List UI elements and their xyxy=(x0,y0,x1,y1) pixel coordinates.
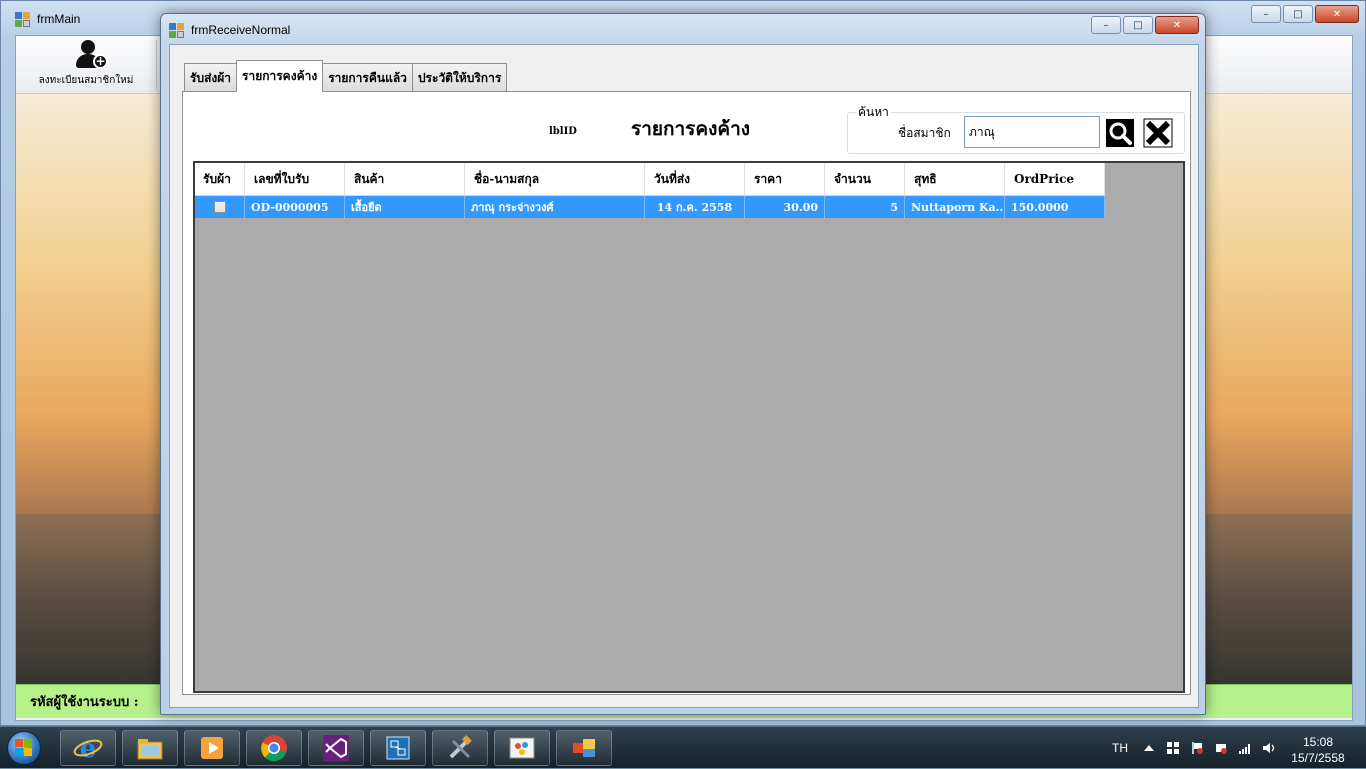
svg-text:e: e xyxy=(80,734,97,763)
clock-time: 15:08 xyxy=(1302,735,1334,749)
col-header-receive[interactable]: รับผ้า xyxy=(195,163,245,196)
main-maximize-button[interactable]: □ xyxy=(1283,5,1313,23)
volume-icon[interactable] xyxy=(1262,741,1276,755)
main-window-title: frmMain xyxy=(37,12,81,26)
taskbar-chrome[interactable] xyxy=(246,730,302,766)
dialog-maximize-button[interactable]: □ xyxy=(1123,16,1153,34)
page-title: รายการคงค้าง xyxy=(631,118,751,140)
tab-strip: รับส่งผ้า รายการคงค้าง รายการคืนแล้ว ประ… xyxy=(184,60,508,92)
tools-icon xyxy=(449,735,472,759)
tab-outstanding[interactable]: รายการคงค้าง xyxy=(236,60,324,92)
taskbar-network-diagram[interactable] xyxy=(370,730,426,766)
row-receive-cell xyxy=(195,196,245,218)
lbl-id: lblID xyxy=(549,126,577,137)
row-full-name: ภาณุ กระจ่างวงศ์ xyxy=(465,196,645,218)
tab-service-history[interactable]: ประวัติให้บริการ xyxy=(411,63,508,92)
chrome-icon xyxy=(261,735,287,762)
taskbar-file-explorer[interactable] xyxy=(122,730,178,766)
search-button[interactable] xyxy=(1105,118,1135,148)
taskbar-paint[interactable] xyxy=(494,730,550,766)
paint-icon xyxy=(509,737,535,759)
dialog-close-button[interactable]: ✕ xyxy=(1155,16,1199,34)
col-header-send-date[interactable]: วันที่ส่ง xyxy=(645,163,745,196)
outstanding-tab-panel: lblID รายการคงค้าง ค้นหา ชื่อสมาชิก ภาณุ xyxy=(182,91,1191,695)
add-user-icon: + xyxy=(76,40,110,74)
network-warning-icon[interactable] xyxy=(1214,741,1228,755)
windows-logo-icon xyxy=(15,739,33,757)
member-name-label: ชื่อสมาชิก xyxy=(898,126,951,140)
start-button[interactable] xyxy=(4,729,44,767)
register-member-label: ลงทะเบียนสมาชิกใหม่ xyxy=(38,75,134,86)
signal-strength-icon[interactable] xyxy=(1238,741,1252,755)
system-tray: TH xyxy=(1112,727,1286,769)
taskbar-tools[interactable] xyxy=(432,730,488,766)
col-header-net[interactable]: สุทธิ xyxy=(905,163,1005,196)
col-header-ord-price[interactable]: OrdPrice xyxy=(1005,163,1105,196)
outstanding-orders-grid[interactable]: รับผ้า เลขที่ใบรับ สินค้า ชื่อ-นามสกุล ว… xyxy=(193,161,1185,693)
windows-flag-icon[interactable] xyxy=(1166,741,1180,755)
row-ord-price: 150.0000 xyxy=(1005,196,1105,218)
col-header-full-name[interactable]: ชื่อ-นามสกุล xyxy=(465,163,645,196)
x-icon xyxy=(1143,118,1173,148)
col-header-receipt-no[interactable]: เลขที่ใบรับ xyxy=(245,163,345,196)
row-price: 30.00 xyxy=(745,196,825,218)
main-minimize-button[interactable]: – xyxy=(1251,5,1281,23)
col-header-quantity[interactable]: จำนวน xyxy=(825,163,905,196)
main-titlebar[interactable]: frmMain xyxy=(15,9,80,29)
clock-date: 15/7/2558 xyxy=(1291,751,1345,765)
toolstrip-separator xyxy=(156,40,157,90)
language-indicator[interactable]: TH xyxy=(1112,741,1128,755)
windows-forms-app-icon xyxy=(573,739,595,757)
member-name-input[interactable]: ภาณุ xyxy=(964,116,1100,148)
row-product: เสื้อยืด xyxy=(345,196,465,218)
search-legend: ค้นหา xyxy=(856,103,891,122)
receive-dialog: frmReceiveNormal – □ ✕ รับส่งผ้า รายการค… xyxy=(160,13,1206,715)
clear-search-button[interactable] xyxy=(1143,118,1173,148)
network-diagram-icon xyxy=(386,736,410,760)
media-player-icon xyxy=(201,737,223,759)
taskbar-internet-explorer[interactable]: e xyxy=(60,730,116,766)
col-header-price[interactable]: ราคา xyxy=(745,163,825,196)
taskbar: e TH 15:08 15/7/2558 xyxy=(0,726,1366,768)
dialog-window-controls: – □ ✕ xyxy=(1091,16,1199,34)
main-window-controls: – □ ✕ xyxy=(1251,5,1359,23)
register-member-button[interactable]: + ลงทะเบียนสมาชิกใหม่ xyxy=(26,38,146,92)
tab-returned[interactable]: รายการคืนแล้ว xyxy=(322,63,413,92)
app-icon xyxy=(15,11,31,27)
taskbar-clock[interactable]: 15:08 15/7/2558 xyxy=(1278,734,1358,766)
col-header-product[interactable]: สินค้า xyxy=(345,163,465,196)
dialog-titlebar[interactable]: frmReceiveNormal xyxy=(169,20,290,40)
dialog-app-icon xyxy=(169,22,185,38)
row-quantity: 5 xyxy=(825,196,905,218)
row-net: Nuttaporn Ka... xyxy=(905,196,1005,218)
file-explorer-icon xyxy=(137,739,163,760)
main-close-button[interactable]: ✕ xyxy=(1315,5,1359,23)
dialog-minimize-button[interactable]: – xyxy=(1091,16,1121,34)
grid-header-row: รับผ้า เลขที่ใบรับ สินค้า ชื่อ-นามสกุล ว… xyxy=(195,163,1105,196)
tab-receive-send[interactable]: รับส่งผ้า xyxy=(184,63,238,92)
magnifier-icon xyxy=(1106,119,1134,147)
user-id-label: รหัสผู้ใช้งานระบบ : xyxy=(30,695,139,710)
table-row[interactable]: OD-0000005 เสื้อยืด ภาณุ กระจ่างวงศ์ 14 … xyxy=(195,196,1105,218)
taskbar-media-player[interactable] xyxy=(184,730,240,766)
row-receipt-no: OD-0000005 xyxy=(245,196,345,218)
visual-studio-icon xyxy=(323,735,349,761)
row-receive-checkbox[interactable] xyxy=(213,201,226,213)
action-center-flag-icon[interactable] xyxy=(1190,741,1204,755)
dialog-client-area: รับส่งผ้า รายการคงค้าง รายการคืนแล้ว ประ… xyxy=(169,44,1199,708)
search-groupbox: ค้นหา ชื่อสมาชิก ภาณุ xyxy=(847,103,1185,154)
internet-explorer-icon: e xyxy=(73,734,103,763)
taskbar-visual-studio[interactable] xyxy=(308,730,364,766)
taskbar-windows-forms-app[interactable] xyxy=(556,730,612,766)
row-send-date: 14 ก.ค. 2558 xyxy=(645,196,745,218)
dialog-title: frmReceiveNormal xyxy=(191,23,291,37)
show-hidden-icons-icon[interactable] xyxy=(1142,741,1156,755)
